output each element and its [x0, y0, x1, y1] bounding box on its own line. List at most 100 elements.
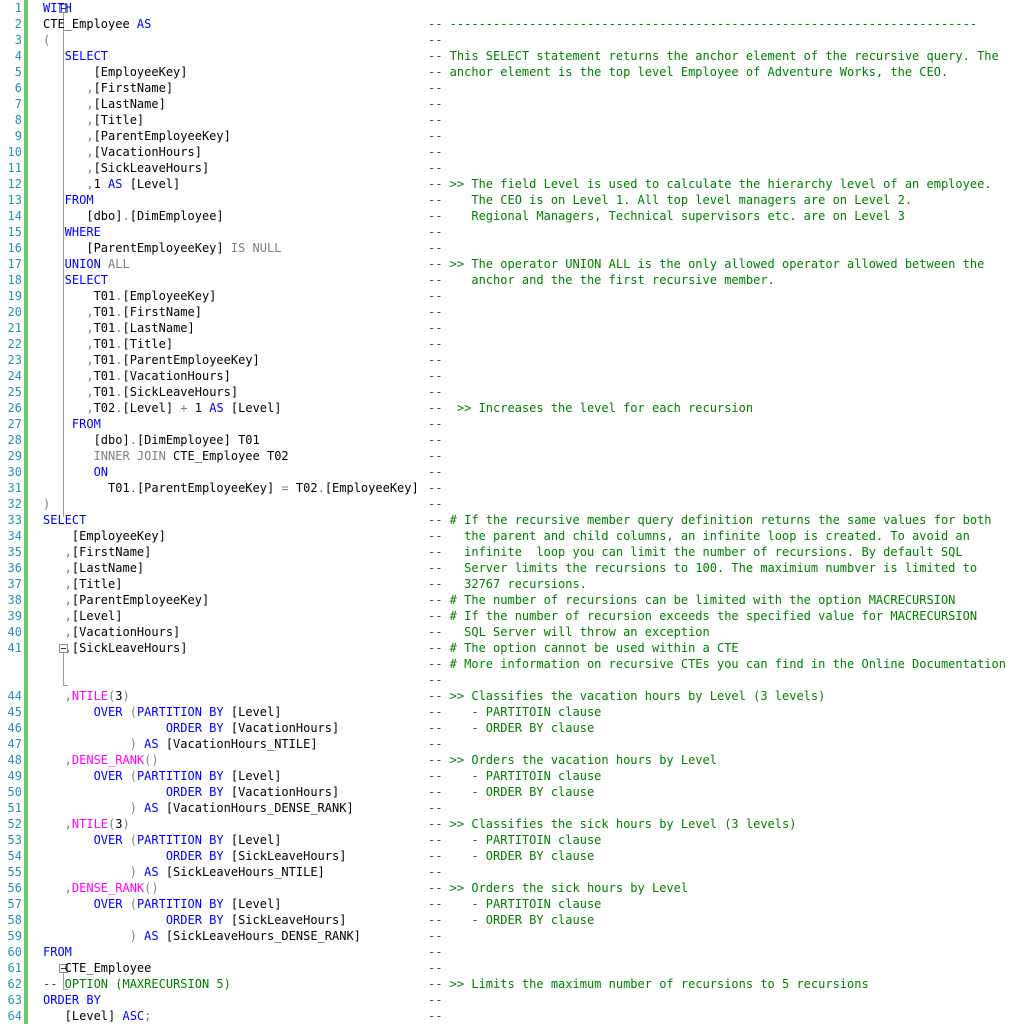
code-token: CTE_Employee — [43, 961, 152, 975]
code-comment: -- >> Orders the sick hours by Level — [428, 881, 689, 895]
code-token: ) — [43, 737, 145, 751]
code-line[interactable]: 40 ,[VacationHours] -- SQL Server will th… — [0, 624, 1011, 640]
code-token: ALL — [100, 257, 130, 271]
code-line[interactable]: 56 ,DENSE_RANK() -- >> Orders the sick ho… — [0, 880, 1011, 896]
code-line[interactable]: 20 ,T01.[FirstName] -- — [0, 304, 1011, 320]
code-line[interactable]: 63 ORDER BY -- — [0, 992, 1011, 1008]
code-line[interactable]: 3 (-- — [0, 32, 1011, 48]
line-number: 3 — [14, 33, 22, 47]
code-line[interactable]: 60 FROM -- — [0, 944, 1011, 960]
code-line[interactable]: 33 SELECT -- # If the recursive member que… — [0, 512, 1011, 528]
code-line[interactable]: 44 ,NTILE(3) -- >> Classifies the vacatio… — [0, 688, 1011, 704]
code-line[interactable]: 1 WITH — [0, 0, 1011, 16]
code-line[interactable]: 46 ORDER BY [VacationHours] -- - ORDER BY… — [0, 720, 1011, 736]
code-line[interactable]: 25 ,T01.[SickLeaveHours] -- — [0, 384, 1011, 400]
code-comment: -- — [428, 321, 443, 335]
code-line[interactable]: 10 ,[VacationHours] -- — [0, 144, 1011, 160]
code-line[interactable]: 45 OVER (PARTITION BY [Level] -- - PARTIT… — [0, 704, 1011, 720]
code-line[interactable]: 6 ,[FirstName] -- — [0, 80, 1011, 96]
code-line[interactable]: 13 FROM -- The CEO is on Level 1. All top… — [0, 192, 1011, 208]
code-line[interactable]: 2 CTE_Employee AS -- ---------------------… — [0, 16, 1011, 32]
code-text: ,[Level] — [43, 608, 123, 624]
code-line[interactable]: 7 ,[LastName] -- — [0, 96, 1011, 112]
code-text: ,DENSE_RANK() — [43, 752, 159, 768]
code-line[interactable]: 11 ,[SickLeaveHours] -- — [0, 160, 1011, 176]
code-line[interactable]: 59 ) AS [SickLeaveHours_DENSE_RANK] -- — [0, 928, 1011, 944]
code-token: , — [43, 97, 94, 111]
code-line[interactable]: 18 SELECT -- anchor and the the first rec… — [0, 272, 1011, 288]
code-token: ( — [129, 833, 137, 847]
code-line[interactable]: 26 ,T02.[Level] + 1 AS [Level] -- >> Incr… — [0, 400, 1011, 416]
code-line[interactable]: 32) -- — [0, 496, 1011, 512]
code-line[interactable]: 37 ,[Title] -- 32767 recursions. — [0, 576, 1011, 592]
code-line[interactable]: 19 T01.[EmployeeKey] -- — [0, 288, 1011, 304]
code-comment: -- — [428, 801, 443, 815]
code-comment: -- — [428, 433, 443, 447]
code-line[interactable]: 48 ,DENSE_RANK() -- >> Orders the vacatio… — [0, 752, 1011, 768]
code-line[interactable]: 38 ,[ParentEmployeeKey] -- # The number o… — [0, 592, 1011, 608]
code-line[interactable]: 36 ,[LastName] -- Server limits the recur… — [0, 560, 1011, 576]
sql-code-editor[interactable]: 1 WITH 2 CTE_Employee AS -- ----------------… — [0, 0, 1011, 1024]
code-line[interactable]: 53 OVER (PARTITION BY [Level] -- - PARTIT… — [0, 832, 1011, 848]
code-line[interactable]: 55 ) AS [SickLeaveHours_NTILE] -- — [0, 864, 1011, 880]
code-line[interactable]: 5 [EmployeeKey] -- anchor element is the … — [0, 64, 1011, 80]
code-token: , — [43, 385, 94, 399]
code-token: [ParentEmployeeKey] — [93, 129, 231, 143]
code-line[interactable]: 31 T01.[ParentEmployeeKey] = T02.[Employ… — [0, 480, 1011, 496]
code-line[interactable]: 41 ,[SickLeaveHours] -- # The option cann… — [0, 640, 1011, 656]
code-line[interactable]: 35 ,[FirstName] -- infinite loop you can … — [0, 544, 1011, 560]
code-token: [VacationHours] — [71, 625, 181, 639]
code-line[interactable]: 64 [Level] ASC; -- — [0, 1008, 1011, 1024]
line-number: 37 — [7, 577, 22, 591]
code-line[interactable]: 12 ,1 AS [Level] -- >> The field Level is… — [0, 176, 1011, 192]
code-line[interactable]: 14 [dbo].[DimEmployee] -- Regional Manage… — [0, 208, 1011, 224]
code-line[interactable]: 15 WHERE -- — [0, 224, 1011, 240]
code-comment: -- — [428, 145, 443, 159]
code-line[interactable]: 49 OVER (PARTITION BY [Level] -- - PARTIT… — [0, 768, 1011, 784]
line-number: 58 — [7, 913, 22, 927]
code-token: ) — [122, 689, 130, 703]
code-text: ,NTILE(3) — [43, 816, 130, 832]
code-line[interactable]: 17 UNION ALL -- >> The operator UNION ALL… — [0, 256, 1011, 272]
code-token: [SickLeaveHours] — [223, 849, 347, 863]
code-comment: -- Regional Managers, Technical supervis… — [428, 209, 905, 223]
code-line[interactable]: 54 ORDER BY [SickLeaveHours] -- - ORDER B… — [0, 848, 1011, 864]
code-line[interactable]: 4 SELECT -- This SELECT statement returns… — [0, 48, 1011, 64]
code-token: = — [281, 481, 289, 495]
code-token: [ParentEmployeeKey] — [71, 593, 210, 607]
code-line[interactable]: 8 ,[Title] -- — [0, 112, 1011, 128]
code-line[interactable]: 62 -- OPTION (MAXRECURSION 5) -- >> Limits… — [0, 976, 1011, 992]
line-number: 10 — [7, 145, 22, 159]
code-line[interactable]: 47 ) AS [VacationHours_NTILE] -- — [0, 736, 1011, 752]
code-line[interactable]: 57 OVER (PARTITION BY [Level] -- - PARTIT… — [0, 896, 1011, 912]
code-line[interactable]: -- # More information on recursive CTEs … — [0, 656, 1011, 672]
code-line[interactable]: 23 ,T01.[ParentEmployeeKey] -- — [0, 352, 1011, 368]
code-text: ,[LastName] — [43, 96, 165, 112]
code-line[interactable]: 51 ) AS [VacationHours_DENSE_RANK] -- — [0, 800, 1011, 816]
code-token: ( — [129, 769, 137, 783]
code-token: . — [115, 369, 123, 383]
code-line[interactable]: -- — [0, 672, 1011, 688]
code-line[interactable]: 34 [EmployeeKey] -- the parent and child … — [0, 528, 1011, 544]
code-line[interactable]: 22 ,T01.[Title] -- — [0, 336, 1011, 352]
code-line[interactable]: 9 ,[ParentEmployeeKey] -- — [0, 128, 1011, 144]
code-line[interactable]: 58 ORDER BY [SickLeaveHours] -- - ORDER B… — [0, 912, 1011, 928]
code-line[interactable]: 29 INNER JOIN CTE_Employee T02 -- — [0, 448, 1011, 464]
code-line[interactable]: 30 ON -- — [0, 464, 1011, 480]
code-line[interactable]: 61 CTE_Employee -- — [0, 960, 1011, 976]
code-line[interactable]: 28 [dbo].[DimEmployee] T01 -- — [0, 432, 1011, 448]
code-line[interactable]: 52 ,NTILE(3) -- >> Classifies the sick ho… — [0, 816, 1011, 832]
code-line[interactable]: 24 ,T01.[VacationHours] -- — [0, 368, 1011, 384]
code-comment: -- # More information on recursive CTEs … — [428, 657, 1006, 671]
code-line[interactable]: 27 FROM -- — [0, 416, 1011, 432]
code-text: INNER JOIN CTE_Employee T02 — [43, 448, 289, 464]
code-line[interactable]: 39 ,[Level] -- # If the number of recursi… — [0, 608, 1011, 624]
code-token: [VacationHours] — [223, 721, 340, 735]
code-line[interactable]: 16 [ParentEmployeeKey] IS NULL -- — [0, 240, 1011, 256]
code-line[interactable]: 21 ,T01.[LastName] -- — [0, 320, 1011, 336]
line-number: 19 — [7, 289, 22, 303]
code-comment: -- - PARTITOIN clause — [428, 705, 602, 719]
code-token: NTILE — [71, 817, 109, 831]
code-comment: -- — [428, 1009, 443, 1023]
code-line[interactable]: 50 ORDER BY [VacationHours] -- - ORDER BY… — [0, 784, 1011, 800]
